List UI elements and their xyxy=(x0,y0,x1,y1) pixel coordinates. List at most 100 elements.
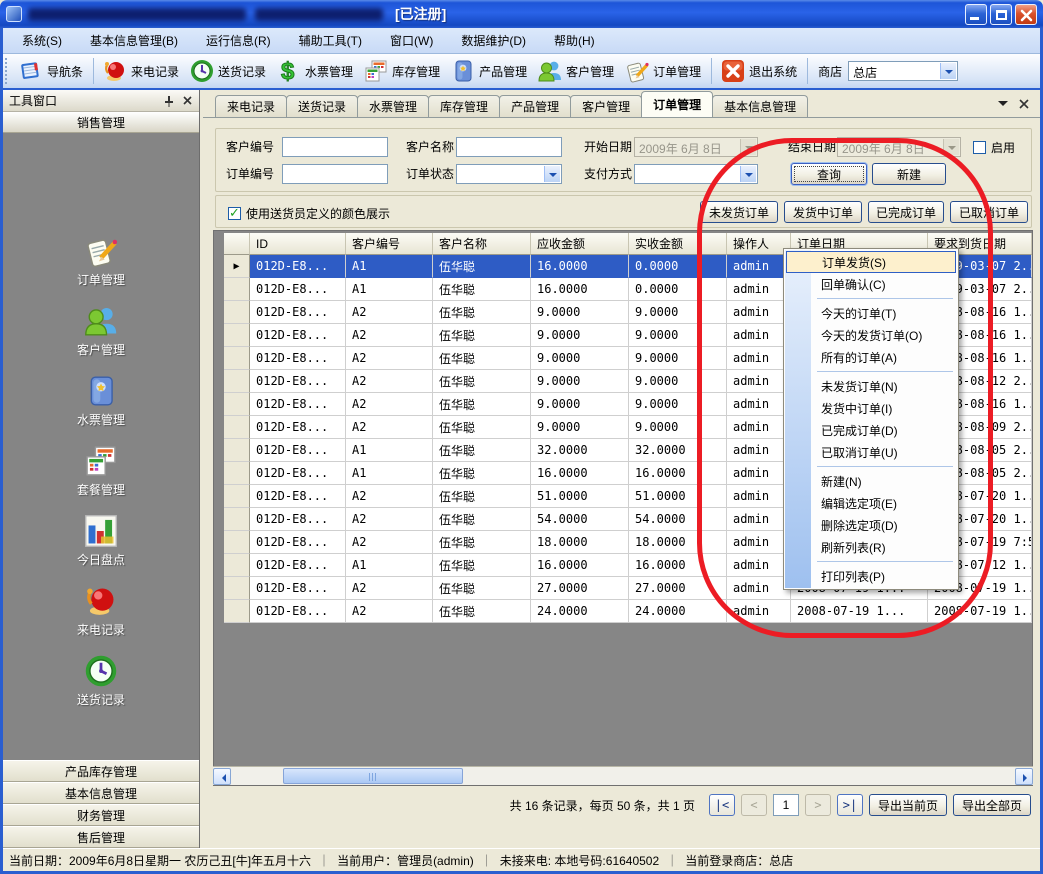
tab-list-dropdown-icon[interactable] xyxy=(998,101,1008,111)
scrollbar-thumb[interactable] xyxy=(283,768,463,784)
filter-completed-button[interactable]: 已完成订单 xyxy=(868,201,944,223)
menu-system[interactable]: 系统(S) xyxy=(10,29,74,52)
start-date-picker[interactable]: 2009年 6月 8日 xyxy=(634,137,758,157)
sidebar-item-water-ticket[interactable]: 水票管理 xyxy=(3,373,199,428)
table-row[interactable]: 012D-E8...A2伍华聪24.000024.0000admin2008-0… xyxy=(224,600,1032,623)
order-no-input[interactable] xyxy=(282,164,388,184)
filter-unshipped-button[interactable]: 未发货订单 xyxy=(700,201,778,223)
sidebar-item-order-management[interactable]: 订单管理 xyxy=(3,233,199,288)
prev-page-button[interactable]: < xyxy=(741,794,767,816)
context-menu-item[interactable]: 今天的订单(T) xyxy=(785,302,957,324)
context-menu-item[interactable]: 发货中订单(I) xyxy=(785,397,957,419)
row-selector[interactable] xyxy=(224,462,250,485)
page-number-input[interactable]: 1 xyxy=(773,794,799,816)
tab-close-icon[interactable] xyxy=(1018,98,1030,110)
toolbar-order-button[interactable]: 订单管理 xyxy=(620,56,707,86)
close-button[interactable] xyxy=(1015,4,1037,25)
sidebar-section-product-inventory[interactable]: 产品库存管理 xyxy=(3,760,199,782)
next-page-button[interactable]: > xyxy=(805,794,831,816)
row-selector[interactable]: ▶ xyxy=(224,255,250,278)
chevron-down-icon[interactable] xyxy=(940,63,956,79)
row-selector[interactable] xyxy=(224,278,250,301)
last-page-button[interactable]: >| xyxy=(837,794,863,816)
tab-order-management[interactable]: 订单管理 xyxy=(641,91,713,117)
filter-shipping-button[interactable]: 发货中订单 xyxy=(784,201,862,223)
context-menu-item[interactable]: 今天的发货订单(O) xyxy=(785,324,957,346)
checkbox-icon[interactable] xyxy=(973,141,986,154)
toolbar-customer-button[interactable]: 客户管理 xyxy=(533,56,620,86)
tab-inventory[interactable]: 库存管理 xyxy=(428,95,500,117)
header-received[interactable]: 实收金额 xyxy=(629,233,727,255)
new-button[interactable]: 新建 xyxy=(872,163,946,185)
sidebar-item-customer-management[interactable]: 客户管理 xyxy=(3,303,199,358)
menu-basic-info[interactable]: 基本信息管理(B) xyxy=(78,29,190,52)
row-selector[interactable] xyxy=(224,347,250,370)
horizontal-scrollbar[interactable] xyxy=(213,766,1033,785)
chevron-down-icon[interactable] xyxy=(740,139,756,155)
sidebar-item-package[interactable]: 套餐管理 xyxy=(3,443,199,498)
chevron-down-icon[interactable] xyxy=(943,139,959,155)
context-menu-item[interactable]: 刷新列表(R) xyxy=(785,536,957,558)
sidebar-section-finance[interactable]: 财务管理 xyxy=(3,804,199,826)
row-selector[interactable] xyxy=(224,531,250,554)
tab-customer[interactable]: 客户管理 xyxy=(570,95,642,117)
row-selector[interactable] xyxy=(224,324,250,347)
context-menu-item[interactable]: 新建(N) xyxy=(785,470,957,492)
row-selector[interactable] xyxy=(224,439,250,462)
header-id[interactable]: ID xyxy=(250,233,346,255)
sidebar-item-delivery-log[interactable]: 送货记录 xyxy=(3,653,199,708)
toolbar-inventory-button[interactable]: 库存管理 xyxy=(359,56,446,86)
header-customer-name[interactable]: 客户名称 xyxy=(433,233,531,255)
tab-water-ticket[interactable]: 水票管理 xyxy=(357,95,429,117)
row-selector[interactable] xyxy=(224,600,250,623)
customer-name-input[interactable] xyxy=(456,137,562,157)
sidebar-section-after-sales[interactable]: 售后管理 xyxy=(3,826,199,848)
menu-window[interactable]: 窗口(W) xyxy=(378,29,445,52)
menu-run-info[interactable]: 运行信息(R) xyxy=(194,29,283,52)
chevron-down-icon[interactable] xyxy=(544,166,560,182)
payment-method-select[interactable] xyxy=(634,164,758,184)
context-menu-item[interactable]: 回单确认(C) xyxy=(785,273,957,295)
context-menu-item[interactable]: 所有的订单(A) xyxy=(785,346,957,368)
row-selector[interactable] xyxy=(224,577,250,600)
context-menu-item[interactable]: 订单发货(S) xyxy=(786,251,956,273)
scroll-right-icon[interactable] xyxy=(1015,768,1033,785)
context-menu-item[interactable]: 删除选定项(D) xyxy=(785,514,957,536)
header-operator[interactable]: 操作人 xyxy=(727,233,791,255)
export-current-page-button[interactable]: 导出当前页 xyxy=(869,794,947,816)
row-selector[interactable] xyxy=(224,508,250,531)
driver-color-checkbox[interactable]: 使用送货员定义的颜色展示 xyxy=(228,205,390,222)
toolbar-product-button[interactable]: 产品管理 xyxy=(446,56,533,86)
menu-help[interactable]: 帮助(H) xyxy=(542,29,607,52)
tab-basic-info[interactable]: 基本信息管理 xyxy=(712,95,808,117)
row-selector[interactable] xyxy=(224,416,250,439)
row-selector[interactable] xyxy=(224,301,250,324)
context-menu-item[interactable]: 已取消订单(U) xyxy=(785,441,957,463)
customer-no-input[interactable] xyxy=(282,137,388,157)
toolbar-call-log-button[interactable]: 来电记录 xyxy=(98,56,185,86)
header-receivable[interactable]: 应收金额 xyxy=(531,233,629,255)
menu-aux-tools[interactable]: 辅助工具(T) xyxy=(287,29,374,52)
row-selector[interactable] xyxy=(224,370,250,393)
filter-cancelled-button[interactable]: 已取消订单 xyxy=(950,201,1028,223)
tab-delivery-log[interactable]: 送货记录 xyxy=(286,95,358,117)
enable-date-checkbox[interactable]: 启用 xyxy=(973,139,1015,156)
end-date-picker[interactable]: 2009年 6月 8日 xyxy=(837,137,961,157)
tab-product[interactable]: 产品管理 xyxy=(499,95,571,117)
row-selector[interactable] xyxy=(224,554,250,577)
sidebar-section-sales[interactable]: 销售管理 xyxy=(3,112,199,133)
sidebar-section-basic-info[interactable]: 基本信息管理 xyxy=(3,782,199,804)
order-status-select[interactable] xyxy=(456,164,562,184)
menu-data-maintenance[interactable]: 数据维护(D) xyxy=(449,29,538,52)
sidebar-item-call-log[interactable]: 来电记录 xyxy=(3,583,199,638)
checkbox-checked-icon[interactable] xyxy=(228,207,241,220)
toolbar-delivery-log-button[interactable]: 送货记录 xyxy=(185,56,272,86)
scroll-left-icon[interactable] xyxy=(213,768,231,785)
row-selector[interactable] xyxy=(224,393,250,416)
context-menu-item[interactable]: 未发货订单(N) xyxy=(785,375,957,397)
close-icon[interactable] xyxy=(182,95,193,106)
toolbar-exit-button[interactable]: 退出系统 xyxy=(716,56,803,86)
header-customer-no[interactable]: 客户编号 xyxy=(346,233,433,255)
context-menu-item[interactable]: 打印列表(P) xyxy=(785,565,957,587)
tab-call-log[interactable]: 来电记录 xyxy=(215,95,287,117)
